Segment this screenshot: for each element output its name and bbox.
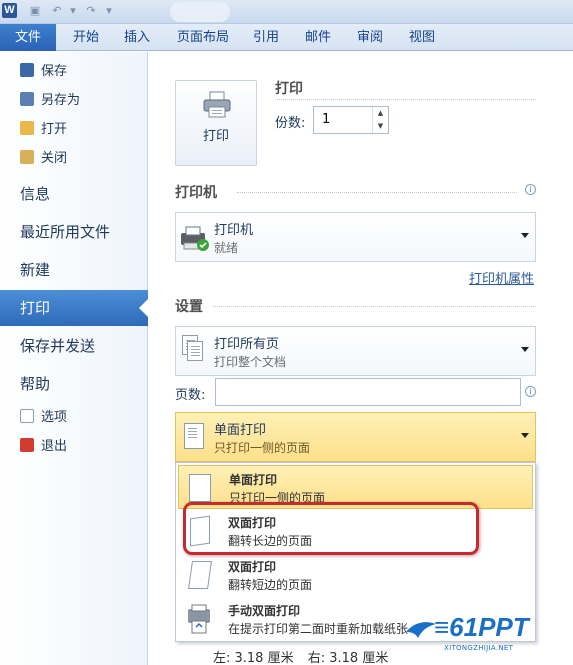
nav-save-as[interactable]: 另存为 bbox=[20, 90, 80, 112]
annotation-highlight bbox=[183, 502, 479, 555]
bird-logo-icon bbox=[406, 622, 436, 638]
menu-item-desc: 翻转短边的页面 bbox=[228, 578, 313, 592]
print-pane: 打印 打印 份数: 1 ▲ ▼ 打印机 i 打印机 就绪 打印机属性 设置 打印所… bbox=[149, 52, 573, 665]
copies-value: 1 bbox=[322, 112, 331, 127]
undo-dropdown-icon[interactable]: ▾ bbox=[66, 4, 80, 18]
tab-insert[interactable]: 插入 bbox=[124, 24, 150, 51]
undo-icon[interactable]: ↶ bbox=[50, 4, 64, 18]
nav-save-label: 保存 bbox=[41, 64, 68, 79]
menu-item-duplex-short[interactable]: 双面打印 翻转短边的页面 bbox=[178, 553, 533, 597]
print-button-label: 打印 bbox=[202, 129, 229, 144]
print-range-title: 打印所有页 bbox=[214, 337, 280, 352]
duplex-short-edge-icon bbox=[184, 559, 214, 593]
tab-page-layout[interactable]: 页面布局 bbox=[177, 24, 229, 51]
printer-status: 就绪 bbox=[214, 241, 239, 255]
printer-icon bbox=[203, 91, 231, 118]
nav-recent[interactable]: 最近所用文件 bbox=[0, 214, 148, 250]
nav-exit-label: 退出 bbox=[41, 439, 68, 454]
right-margin: 右: 3.18 厘米 bbox=[307, 651, 389, 665]
nav-help[interactable]: 帮助 bbox=[0, 366, 148, 402]
save-quick-icon[interactable]: ▣ bbox=[28, 4, 42, 18]
dropdown-arrow-icon bbox=[521, 347, 529, 352]
options-icon bbox=[20, 409, 34, 423]
single-sided-icon bbox=[182, 421, 204, 451]
single-sided-icon bbox=[185, 472, 215, 506]
tab-mailings[interactable]: 邮件 bbox=[305, 24, 331, 51]
pages-icon bbox=[182, 335, 204, 365]
printer-dropdown[interactable]: 打印机 就绪 bbox=[175, 212, 536, 262]
settings-heading: 设置 bbox=[175, 299, 203, 315]
nav-save-send[interactable]: 保存并发送 bbox=[0, 328, 148, 364]
nav-save-as-label: 另存为 bbox=[41, 93, 81, 108]
backstage-nav: 保存 另存为 打开 关闭 信息 最近所用文件 新建 打印 保存并发送 帮助 选项… bbox=[0, 52, 149, 665]
nav-options-label: 选项 bbox=[41, 410, 68, 425]
menu-item-title: 双面打印 bbox=[228, 560, 277, 574]
copies-label: 份数: bbox=[275, 116, 306, 131]
nav-save[interactable]: 保存 bbox=[20, 61, 67, 83]
nav-options[interactable]: 选项 bbox=[20, 407, 67, 429]
divider bbox=[213, 306, 536, 307]
divider bbox=[275, 99, 536, 100]
info-icon[interactable]: i bbox=[525, 184, 536, 195]
close-folder-icon bbox=[20, 150, 34, 164]
exit-icon bbox=[20, 438, 34, 452]
watermark-logo: ≡61PPT XITONGZHIJIA.NET bbox=[404, 610, 573, 665]
sides-desc: 只打印一侧的页面 bbox=[214, 441, 311, 455]
redo-icon[interactable]: ↷ bbox=[84, 4, 98, 18]
info-icon[interactable]: i bbox=[525, 386, 536, 397]
menu-item-desc: 在提示打印第二面时重新加载纸张 bbox=[228, 622, 409, 636]
printer-icon bbox=[181, 226, 209, 251]
pages-input[interactable] bbox=[215, 378, 521, 406]
tab-references[interactable]: 引用 bbox=[253, 24, 279, 51]
watermark-text: ≡61PPT bbox=[434, 612, 529, 642]
customize-quick-access-icon[interactable]: ▾ bbox=[102, 4, 116, 18]
pages-label: 页数: bbox=[175, 388, 206, 403]
menu-item-title: 单面打印 bbox=[229, 473, 278, 487]
ribbon-tabs: 文件 开始 插入 页面布局 引用 邮件 审阅 视图 bbox=[0, 24, 573, 51]
tab-view[interactable]: 视图 bbox=[409, 24, 435, 51]
print-heading: 打印 bbox=[275, 81, 303, 97]
printer-heading: 打印机 bbox=[175, 185, 217, 201]
word-logo-icon[interactable]: W bbox=[2, 3, 17, 18]
print-range-desc: 打印整个文档 bbox=[214, 355, 287, 369]
print-button[interactable]: 打印 bbox=[175, 80, 257, 166]
printer-name: 打印机 bbox=[214, 223, 254, 238]
left-margin: 左: 3.18 厘米 bbox=[213, 651, 294, 665]
sides-dropdown[interactable]: 单面打印 只打印一侧的页面 bbox=[175, 412, 536, 462]
nav-new[interactable]: 新建 bbox=[0, 252, 148, 288]
nav-open[interactable]: 打开 bbox=[20, 119, 67, 141]
watermark-url: XITONGZHIJIA.NET bbox=[444, 644, 514, 652]
tab-file[interactable]: 文件 bbox=[0, 24, 56, 51]
spin-arrows-icon[interactable]: ▲ ▼ bbox=[372, 107, 388, 133]
title-bar: W ▣ ↶ ▾ ↷ ▾ bbox=[0, 0, 573, 24]
nav-print[interactable]: 打印 bbox=[0, 290, 149, 326]
menu-item-title: 手动双面打印 bbox=[228, 604, 301, 618]
title-blur bbox=[170, 2, 230, 22]
nav-exit[interactable]: 退出 bbox=[20, 436, 67, 458]
divider bbox=[237, 192, 517, 193]
dropdown-arrow-icon bbox=[521, 433, 529, 438]
tab-home[interactable]: 开始 bbox=[73, 24, 99, 51]
print-range-dropdown[interactable]: 打印所有页 打印整个文档 bbox=[175, 326, 536, 376]
nav-open-label: 打开 bbox=[41, 122, 68, 137]
margins-readout: 左: 3.18 厘米 右: 3.18 厘米 bbox=[213, 647, 398, 665]
open-folder-icon bbox=[20, 121, 34, 135]
dropdown-arrow-icon bbox=[521, 233, 529, 238]
nav-close[interactable]: 关闭 bbox=[20, 148, 67, 170]
tab-review[interactable]: 审阅 bbox=[357, 24, 383, 51]
printer-properties-link[interactable]: 打印机属性 bbox=[469, 268, 534, 287]
save-icon bbox=[20, 63, 34, 77]
save-as-icon bbox=[20, 92, 34, 106]
manual-duplex-printer-icon bbox=[188, 604, 210, 634]
copies-stepper[interactable]: 1 ▲ ▼ bbox=[313, 106, 389, 134]
sides-title: 单面打印 bbox=[214, 423, 267, 438]
nav-close-label: 关闭 bbox=[41, 151, 68, 166]
nav-info[interactable]: 信息 bbox=[0, 176, 148, 212]
